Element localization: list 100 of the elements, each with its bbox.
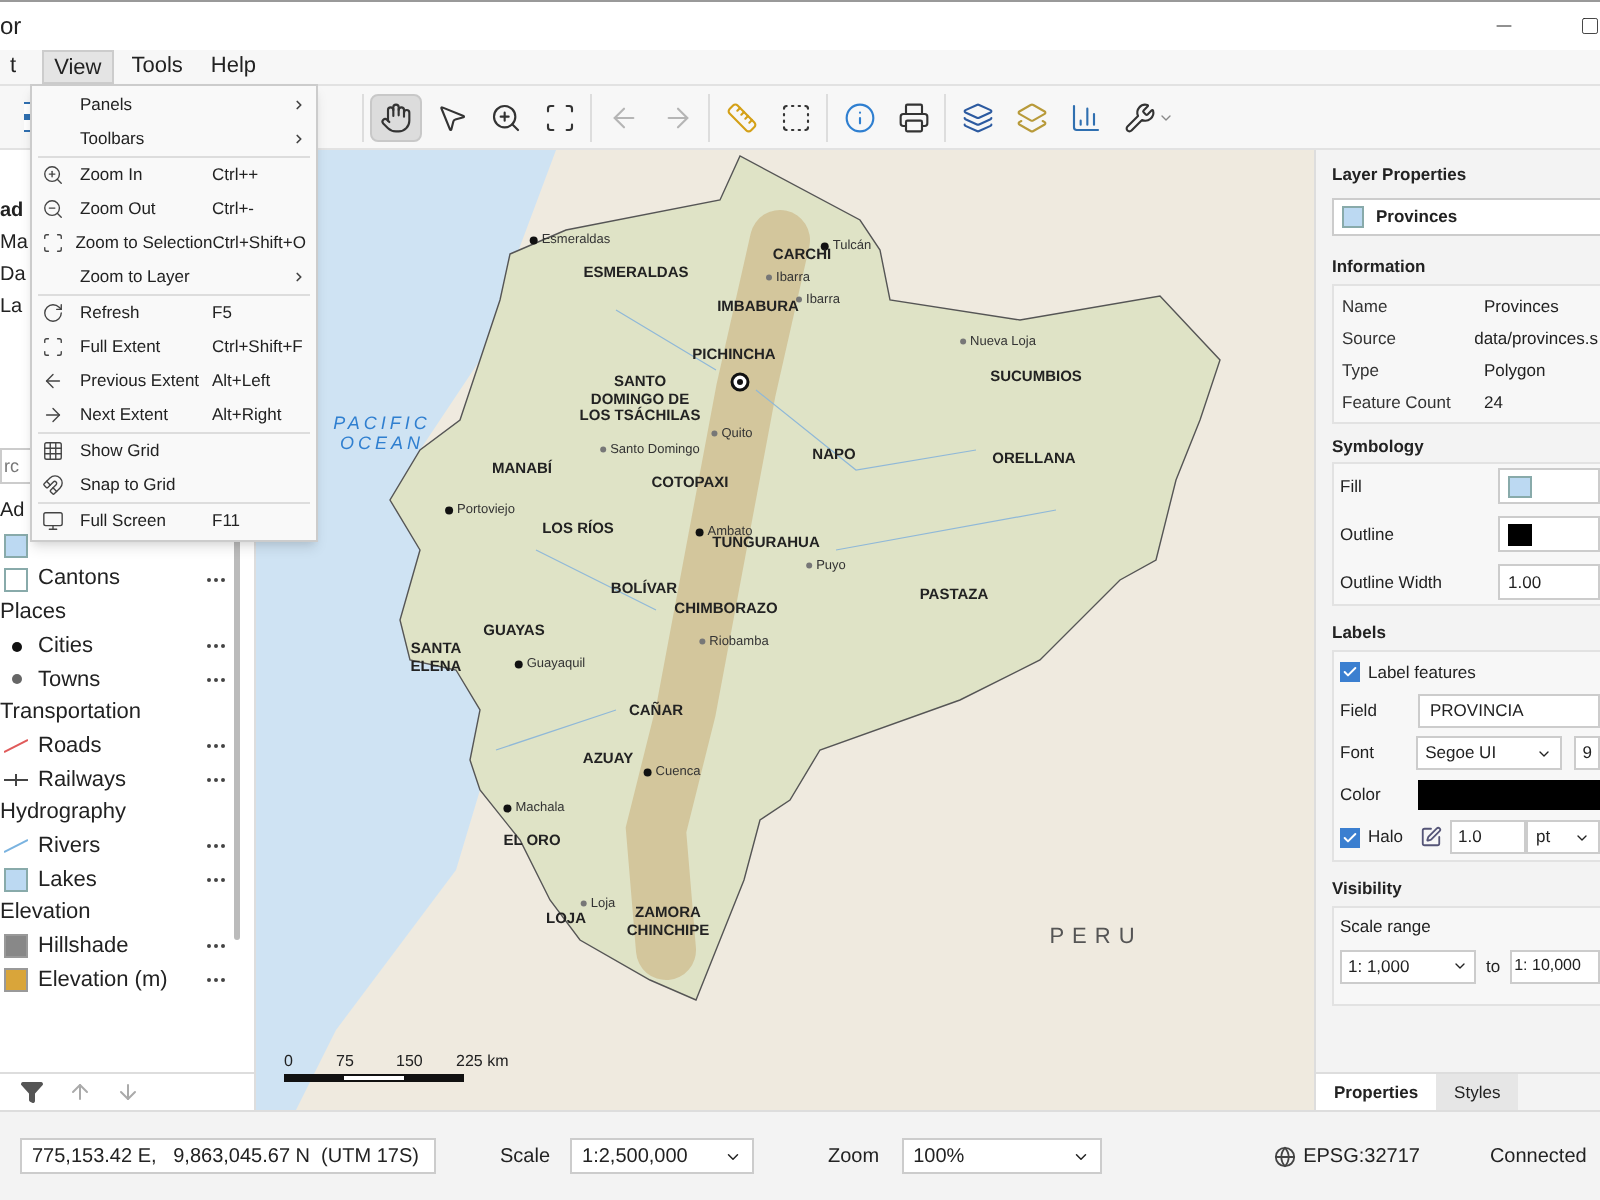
menu-item[interactable]: Toolbars (38, 122, 310, 156)
zoom-out-icon (42, 198, 64, 220)
property-label: Name (1342, 293, 1390, 319)
zoom-in-icon (489, 101, 521, 133)
zoom-selection-icon (543, 101, 575, 133)
layer-group-heading[interactable]: Transportation (0, 696, 142, 730)
menu-item[interactable]: Previous Extent Alt+Left (38, 364, 310, 398)
layer-name[interactable]: Cities (38, 629, 194, 663)
menu-item[interactable]: Zoom to Layer (38, 260, 310, 294)
section-heading: Visibility (1332, 876, 1404, 900)
checkbox[interactable] (1340, 662, 1360, 682)
panel-tab[interactable]: Styles (1436, 1074, 1519, 1110)
pointer-icon (435, 101, 467, 133)
forward-arrow-icon (42, 404, 64, 426)
scale-select[interactable]: 1:2,500,000 (570, 1138, 755, 1174)
zoom-label: Zoom (828, 1143, 880, 1171)
checkbox-label: Halo (1368, 824, 1405, 850)
property-value: 24 (1484, 389, 1503, 415)
menu-item[interactable]: Full Screen F11 (38, 504, 310, 538)
panel-tab[interactable]: Properties (1316, 1074, 1437, 1110)
maximize-icon[interactable] (1580, 16, 1600, 36)
layer-group-heading[interactable]: Hydrography (0, 796, 126, 830)
wrench-icon (1123, 101, 1155, 133)
menu-item[interactable]: Tools (121, 50, 193, 84)
panel-title: Layer Properties (1332, 162, 1469, 188)
halo-color-icon[interactable] (1420, 826, 1442, 848)
outline-width-field[interactable]: 1.00 (1498, 564, 1600, 600)
checkbox[interactable] (1340, 827, 1360, 847)
scale-bar-label: 75 (336, 1050, 354, 1074)
menu-item[interactable]: Zoom to SelectionCtrl+Shift+O (38, 226, 310, 260)
zoom-in-icon (42, 164, 64, 186)
layer-group-heading[interactable]: Places (0, 596, 67, 630)
property-label: Color (1340, 782, 1383, 808)
layer-name[interactable]: Roads (38, 729, 194, 763)
menu-item[interactable]: Zoom Out Ctrl+- (38, 192, 310, 226)
menu-item[interactable]: Help (200, 50, 267, 84)
layer-name[interactable]: Cantons (38, 562, 194, 596)
max-scale-select[interactable]: 1: 10,000 (1510, 949, 1600, 984)
panel-item[interactable]: Da (0, 260, 26, 292)
font-size-field[interactable]: 9 (1574, 736, 1600, 770)
panel-item[interactable]: Ma (0, 228, 28, 260)
ruler-icon (725, 101, 757, 133)
scale-label: Scale (500, 1143, 551, 1171)
menu-item[interactable]: Refresh F5 (38, 296, 310, 330)
layer-group-heading[interactable]: Ad (0, 496, 25, 530)
hand-button[interactable] (370, 93, 422, 141)
hand-icon (380, 101, 412, 133)
refresh-icon (42, 302, 64, 324)
layer-name[interactable]: Lakes (38, 863, 194, 897)
property-label: Font (1340, 740, 1377, 766)
crs-label: EPSG:32717 (1303, 1143, 1420, 1171)
ocean-label: PACIFIC OCEAN (331, 413, 433, 455)
menu-item[interactable]: t (0, 50, 27, 84)
menu-item[interactable]: Panels (38, 88, 310, 122)
layer-select[interactable]: Provinces (1332, 198, 1600, 236)
grid-icon (42, 440, 64, 462)
country-label: PERU (1049, 925, 1143, 951)
layers-icon (961, 101, 993, 133)
property-label: Scale range (1340, 914, 1433, 940)
layer-name[interactable]: Rivers (38, 829, 194, 863)
scale-bar-label: 150 (396, 1050, 423, 1074)
menu-item[interactable]: Next Extent Alt+Right (38, 398, 310, 432)
print-icon (897, 101, 929, 133)
property-value: Provinces (1484, 293, 1559, 319)
property-value: Polygon (1484, 357, 1546, 383)
property-label: Source (1342, 325, 1398, 351)
fill-color-button[interactable] (1498, 468, 1600, 504)
range-separator: to (1486, 953, 1501, 980)
property-label: Outline (1340, 521, 1396, 547)
scale-bar-label: 0 (284, 1050, 293, 1074)
menu-item[interactable]: Full Extent Ctrl+Shift+F (38, 330, 310, 364)
full-extent-icon (42, 336, 64, 358)
font-select[interactable]: Segoe UI (1415, 736, 1563, 770)
layer-group-heading[interactable]: Elevation (0, 896, 91, 930)
zoom-select[interactable]: 100% (901, 1138, 1102, 1174)
panel-item[interactable]: La (0, 292, 23, 324)
coordinates-field: 775,153.42 E, 9,863,045.67 N (UTM 17S) (20, 1138, 436, 1174)
halo-size-field[interactable]: 1.0 (1450, 820, 1526, 854)
menu-item[interactable]: Snap to Grid (38, 468, 310, 502)
unit-select[interactable]: pt (1526, 820, 1600, 854)
section-heading: Information (1332, 254, 1428, 278)
property-label: Fill (1340, 473, 1364, 499)
layer-name[interactable]: Elevation (m) (38, 963, 194, 997)
min-scale-select[interactable]: 1: 1,000 (1340, 949, 1476, 984)
property-value: data/provinces.s (1474, 325, 1598, 351)
info-icon (843, 101, 875, 133)
layer-name[interactable]: Hillshade (38, 930, 194, 964)
label-color-button[interactable] (1418, 780, 1600, 810)
zoom-selection-icon (42, 232, 64, 254)
property-label: Outline Width (1340, 569, 1445, 595)
section-heading: Symbology (1332, 434, 1426, 458)
menu-item[interactable]: Zoom In Ctrl++ (38, 158, 310, 192)
filter-icon[interactable] (20, 1079, 44, 1103)
menu-item[interactable]: Show Grid (38, 434, 310, 468)
layer-name[interactable]: Towns (38, 663, 194, 697)
layer-name[interactable]: Railways (38, 763, 194, 797)
field-select[interactable]: PROVINCIA (1418, 694, 1600, 728)
outline-color-button[interactable] (1498, 516, 1600, 552)
menu-item[interactable]: View (42, 50, 114, 84)
bar-chart-icon (1069, 101, 1101, 133)
